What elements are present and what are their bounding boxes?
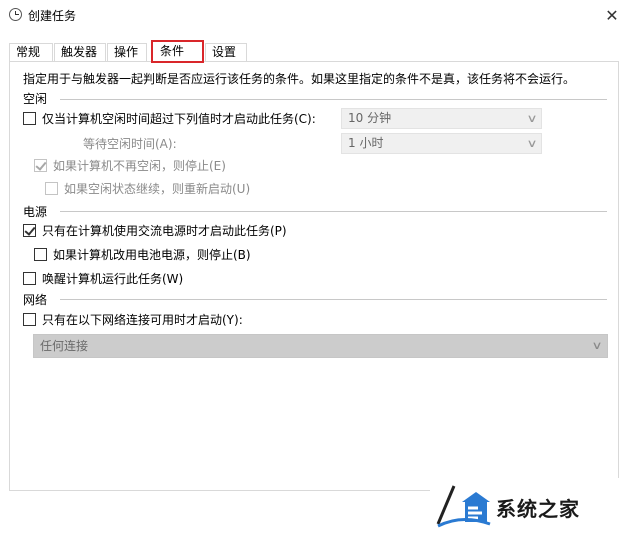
- ac-power-only-checkbox[interactable]: [23, 224, 36, 237]
- stop-on-battery-label: 如果计算机改用电池电源，则停止(B): [53, 248, 251, 262]
- conditions-description: 指定用于与触发器一起判断是否应运行该任务的条件。如果这里指定的条件不是真，该任务…: [23, 72, 576, 86]
- stop-if-not-idle-label: 如果计算机不再空闲，则停止(E): [53, 159, 226, 173]
- group-network-divider: [60, 299, 607, 300]
- site-watermark: 系统之家: [430, 478, 627, 535]
- start-if-idle-label: 仅当计算机空闲时间超过下列值时才启动此任务(C):: [42, 112, 316, 126]
- chevron-down-icon: ∨: [526, 137, 538, 150]
- group-power-label: 电源: [23, 205, 48, 219]
- close-icon: ✕: [605, 5, 619, 25]
- wait-duration-value: 1 小时: [348, 136, 384, 150]
- network-only-checkbox[interactable]: [23, 313, 36, 326]
- wait-idle-label: 等待空闲时间(A):: [83, 137, 177, 151]
- tab-general[interactable]: 常规: [9, 43, 53, 62]
- chevron-down-icon: ∨: [591, 339, 603, 352]
- restart-if-idle-resumes-checkbox[interactable]: [45, 182, 58, 195]
- tab-actions[interactable]: 操作: [107, 43, 147, 62]
- title-bar: 创建任务 ✕: [0, 0, 627, 30]
- group-power-divider: [60, 211, 607, 212]
- stop-on-battery-row[interactable]: 如果计算机改用电池电源，则停止(B): [34, 246, 251, 263]
- tab-conditions[interactable]: 条件: [151, 40, 204, 63]
- stop-if-not-idle-checkbox[interactable]: [34, 159, 47, 172]
- task-scheduler-clock-icon: [9, 8, 22, 21]
- restart-if-idle-resumes-label: 如果空闲状态继续，则重新启动(U): [64, 182, 251, 196]
- window-title: 创建任务: [28, 9, 77, 23]
- network-only-row[interactable]: 只有在以下网络连接可用时才启动(Y):: [23, 311, 243, 328]
- wake-to-run-row[interactable]: 唤醒计算机运行此任务(W): [23, 270, 183, 287]
- chevron-down-icon: ∨: [526, 112, 538, 125]
- group-idle-label: 空闲: [23, 92, 48, 106]
- wake-to-run-checkbox[interactable]: [23, 272, 36, 285]
- idle-duration-select[interactable]: 10 分钟 ∨: [341, 108, 542, 129]
- stop-on-battery-checkbox[interactable]: [34, 248, 47, 261]
- conditions-panel: 指定用于与触发器一起判断是否应运行该任务的条件。如果这里指定的条件不是真，该任务…: [9, 61, 619, 491]
- restart-if-idle-resumes-row[interactable]: 如果空闲状态继续，则重新启动(U): [45, 180, 250, 197]
- group-network-label: 网络: [23, 293, 48, 307]
- wait-duration-select[interactable]: 1 小时 ∨: [341, 133, 542, 154]
- ac-power-only-label: 只有在计算机使用交流电源时才启动此任务(P): [42, 224, 287, 238]
- tab-settings[interactable]: 设置: [205, 43, 247, 62]
- tab-strip: 常规 触发器 操作 条件 设置: [9, 40, 619, 63]
- wake-to-run-label: 唤醒计算机运行此任务(W): [42, 272, 184, 286]
- xitongzhijia-logo-icon: [436, 485, 491, 528]
- ac-power-only-row[interactable]: 只有在计算机使用交流电源时才启动此任务(P): [23, 222, 287, 239]
- watermark-text: 系统之家: [496, 497, 580, 521]
- idle-duration-value: 10 分钟: [348, 111, 392, 125]
- stop-if-not-idle-row[interactable]: 如果计算机不再空闲，则停止(E): [34, 157, 226, 174]
- network-only-label: 只有在以下网络连接可用时才启动(Y):: [42, 313, 243, 327]
- close-button[interactable]: ✕: [597, 0, 627, 30]
- group-idle-divider: [60, 99, 607, 100]
- network-connection-select[interactable]: 任何连接 ∨: [33, 334, 608, 358]
- start-if-idle-checkbox-row[interactable]: 仅当计算机空闲时间超过下列值时才启动此任务(C):: [23, 110, 316, 127]
- tab-triggers[interactable]: 触发器: [54, 43, 106, 62]
- network-connection-value: 任何连接: [40, 339, 89, 353]
- start-if-idle-checkbox[interactable]: [23, 112, 36, 125]
